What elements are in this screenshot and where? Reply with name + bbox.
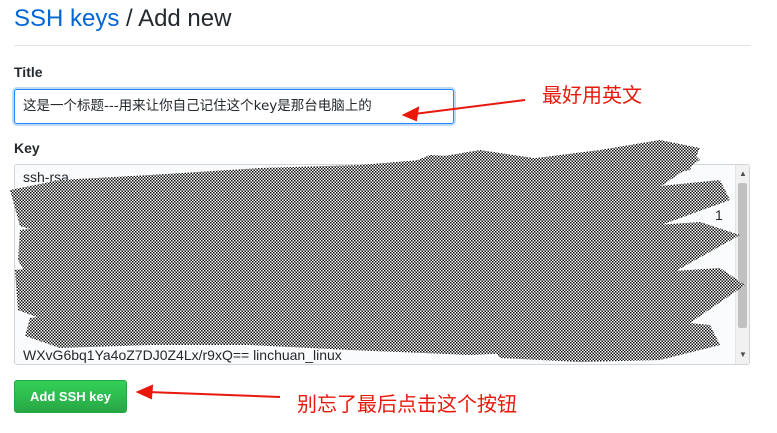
scroll-down-icon[interactable]: ▼ [736, 348, 749, 362]
key-fragment: /V [705, 187, 719, 203]
scroll-thumb[interactable] [738, 183, 747, 328]
key-fragment: sfpyB [299, 187, 335, 203]
page-title: SSH keys / Add new [14, 4, 231, 34]
breadcrumb-separator: / [126, 5, 133, 32]
add-ssh-key-page: SSH keys / Add new Title 这是一个标题---用来让你自己… [0, 0, 777, 433]
button-arrow-head [135, 384, 154, 400]
key-last-line: WXvG6bq1Ya4oZ7DJ0Z4Lx/r9xQ== linchuan_li… [23, 347, 342, 363]
title-input[interactable]: 这是一个标题---用来让你自己记住这个key是那台电脑上的 [14, 89, 454, 124]
add-ssh-key-button[interactable]: Add SSH key [14, 380, 127, 413]
key-fragment: 3CM2bs [135, 207, 188, 223]
key-first-line: ssh-rsa [23, 169, 69, 185]
key-fragment: F [23, 269, 32, 285]
button-arrow [147, 391, 281, 398]
title-annotation-note: 最好用英文 [542, 83, 642, 107]
key-scrollbar[interactable]: ▲ ▼ [735, 165, 749, 364]
key-textarea[interactable]: ssh-rsa sfpyB /V 3CM2bs 1 F f WXvG6bq1Ya… [14, 164, 750, 365]
header-divider [14, 45, 751, 46]
title-label: Title [14, 64, 43, 80]
scroll-up-icon[interactable]: ▲ [736, 167, 749, 181]
key-fragment: f [715, 269, 719, 285]
breadcrumb-current: Add new [138, 5, 232, 32]
key-fragment: 1 [715, 207, 723, 223]
key-label: Key [14, 140, 40, 156]
breadcrumb-ssh-keys-link[interactable]: SSH keys [14, 5, 119, 32]
button-annotation-note: 别忘了最后点击这个按钮 [297, 392, 517, 416]
